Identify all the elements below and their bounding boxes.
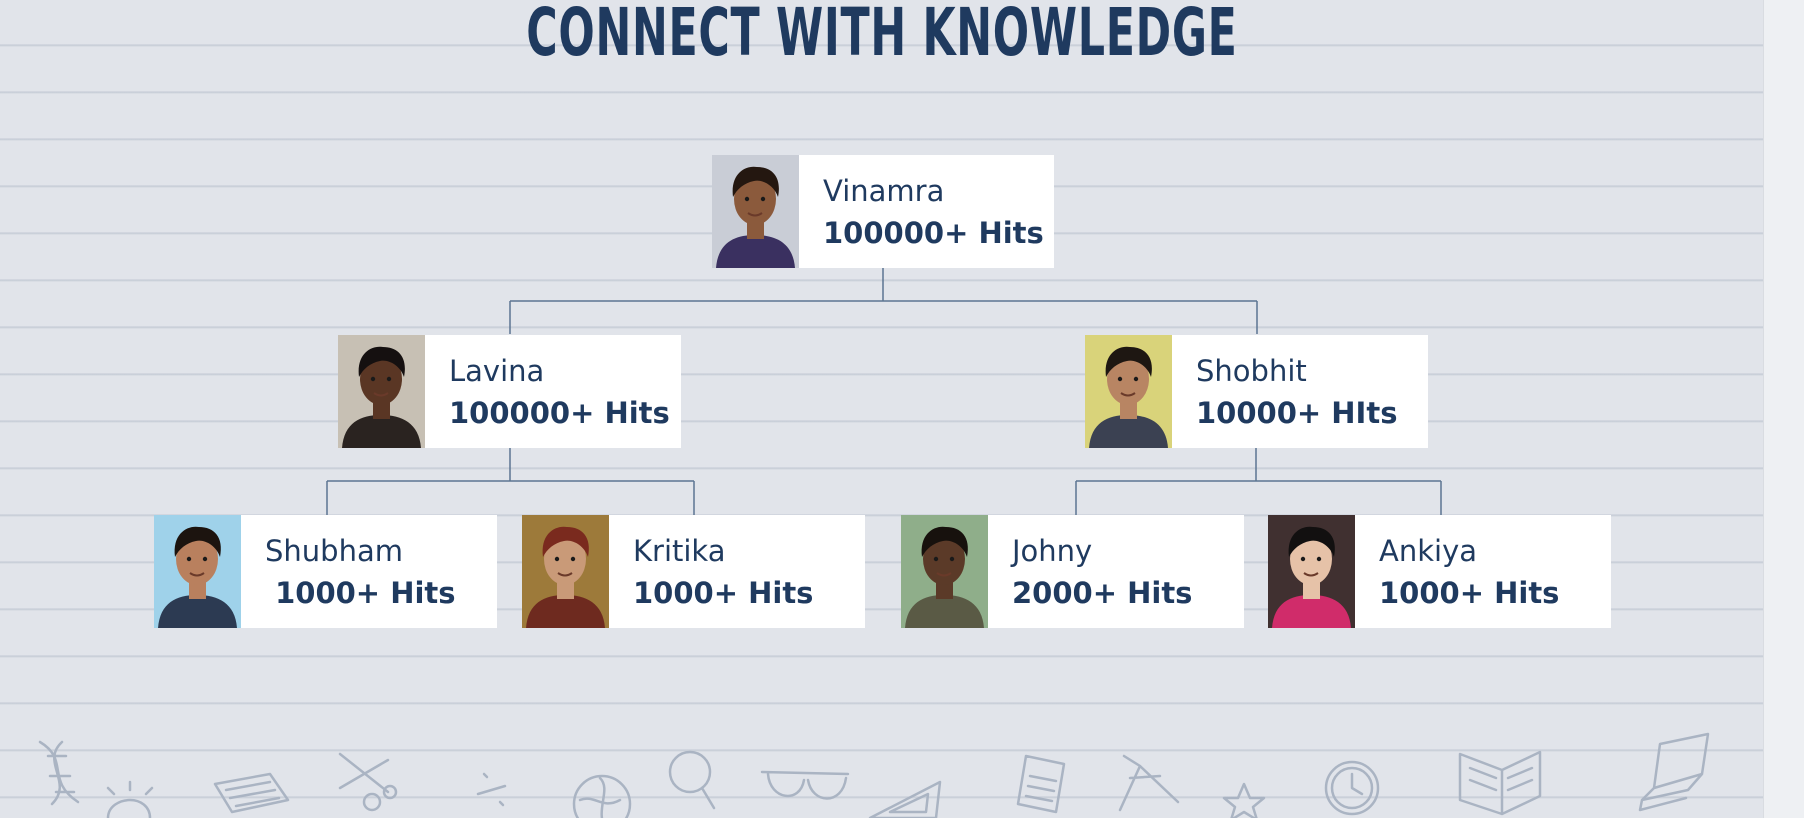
avatar (901, 515, 988, 628)
person-name: Lavina (449, 353, 545, 388)
avatar (1268, 515, 1355, 628)
avatar (154, 515, 241, 628)
person-card-kritika[interactable]: Kritika 1000+ Hits (522, 515, 865, 628)
person-card-johny[interactable]: Johny 2000+ Hits (901, 515, 1244, 628)
magnifier-icon (668, 750, 716, 810)
person-hits: 1000+ Hits (1379, 575, 1560, 610)
star-icon (1222, 782, 1266, 818)
person-name: Johny (1012, 533, 1093, 568)
compass-icon (1118, 754, 1180, 812)
person-name: Shubham (265, 533, 403, 568)
person-hits: 100000+ Hits (823, 215, 1044, 250)
avatar-eye (1133, 376, 1139, 382)
lightbulb-icon (106, 780, 154, 818)
avatar-eye (386, 376, 392, 382)
person-hits: 2000+ Hits (1012, 575, 1193, 610)
avatar-eye (760, 196, 766, 202)
newspaper-icon (213, 772, 290, 814)
doodle-strip (38, 732, 1710, 818)
person-card-vinamra[interactable]: Vinamra 100000+ Hits (712, 155, 1054, 268)
scrollbar-track[interactable] (1763, 0, 1804, 818)
person-card-lavina[interactable]: Lavina 100000+ Hits (338, 335, 681, 448)
avatar (338, 335, 425, 448)
open-book-icon (1458, 750, 1542, 816)
connector-root (509, 268, 1258, 334)
document-icon (1016, 754, 1066, 814)
dna-icon (38, 740, 80, 806)
avatar-eye (1316, 556, 1322, 562)
connector-lavina (326, 447, 695, 515)
avatar-eye (949, 556, 955, 562)
person-card-shubham[interactable]: Shubham 1000+ Hits (154, 515, 497, 628)
avatar-eye (202, 556, 208, 562)
closed-book-icon (1638, 732, 1710, 812)
glasses-icon (760, 770, 850, 800)
avatar (522, 515, 609, 628)
avatar-eye (186, 556, 192, 562)
avatar (1085, 335, 1172, 448)
person-card-ankiya[interactable]: Ankiya 1000+ Hits (1268, 515, 1611, 628)
person-name: Ankiya (1379, 533, 1478, 568)
avatar-eye (1300, 556, 1306, 562)
avatar-eye (570, 556, 576, 562)
avatar-eye (933, 556, 939, 562)
tree-connectors (326, 268, 1442, 515)
globe-icon (572, 774, 632, 818)
avatar-eye (744, 196, 750, 202)
person-hits: 1000+ Hits (633, 575, 814, 610)
connector-shobhit (1075, 447, 1442, 515)
avatar (712, 155, 799, 268)
avatar-eye (554, 556, 560, 562)
person-hits: 1000+ Hits (265, 575, 456, 610)
person-name: Kritika (633, 533, 726, 568)
avatar-eye (1117, 376, 1123, 382)
person-name: Shobhit (1196, 353, 1307, 388)
scissors-icon (338, 752, 398, 812)
person-hits: 100000+ Hits (449, 395, 670, 430)
person-hits: 10000+ HIts (1196, 395, 1398, 430)
person-card-shobhit[interactable]: Shobhit 10000+ HIts (1085, 335, 1428, 448)
person-name: Vinamra (823, 173, 945, 208)
percent-icon (476, 772, 507, 807)
avatar-eye (370, 376, 376, 382)
set-square-icon (868, 780, 942, 818)
clock-icon (1324, 760, 1380, 816)
